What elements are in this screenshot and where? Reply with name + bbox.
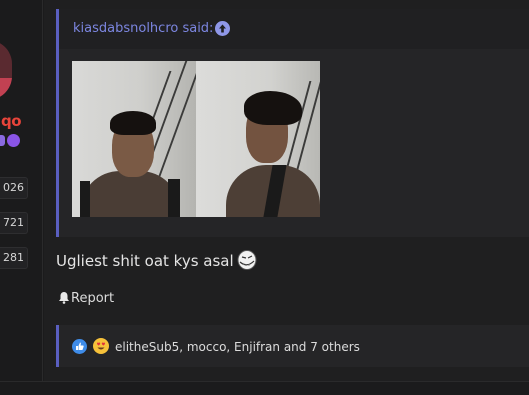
post-message: Ugliest shit oat kys asal <box>56 249 257 271</box>
heart-eyes-icon <box>93 338 109 354</box>
user-stat: 721 <box>0 212 28 234</box>
quoted-photo-front[interactable] <box>72 61 196 217</box>
badge-icon <box>0 135 5 146</box>
quote-author-link[interactable]: kiasdabsnolhcro said: <box>73 21 213 36</box>
report-label: Report <box>71 291 115 306</box>
quote-header: kiasdabsnolhcro said: <box>59 9 529 49</box>
post-body: kiasdabsnolhcro said: Ugliest shit oat k… <box>44 0 529 395</box>
post-divider <box>0 381 529 395</box>
quote-block: kiasdabsnolhcro said: <box>56 9 529 237</box>
report-button[interactable]: Report <box>58 291 114 308</box>
quoted-photo-side[interactable] <box>196 61 320 217</box>
arrow-up-circle-icon[interactable] <box>215 21 230 36</box>
reactions-bar[interactable]: elitheSub5, mocco, Enjifran and 7 others <box>56 325 529 367</box>
like-icon <box>72 339 87 354</box>
bell-icon <box>58 291 70 308</box>
forum-page: qo 026 721 281 kiasdabsnolhcro said: Ugl… <box>0 0 529 395</box>
troll-face-icon <box>235 249 257 271</box>
reaction-users-link[interactable]: elitheSub5, mocco, Enjifran and 7 others <box>115 340 360 354</box>
user-stat: 026 <box>0 177 28 199</box>
user-info-panel: qo 026 721 281 <box>0 0 43 395</box>
user-stat: 281 <box>0 247 28 269</box>
username[interactable]: qo <box>1 112 22 130</box>
avatar[interactable] <box>0 40 12 100</box>
devil-emoji-icon <box>7 134 20 147</box>
user-badges <box>0 134 22 148</box>
